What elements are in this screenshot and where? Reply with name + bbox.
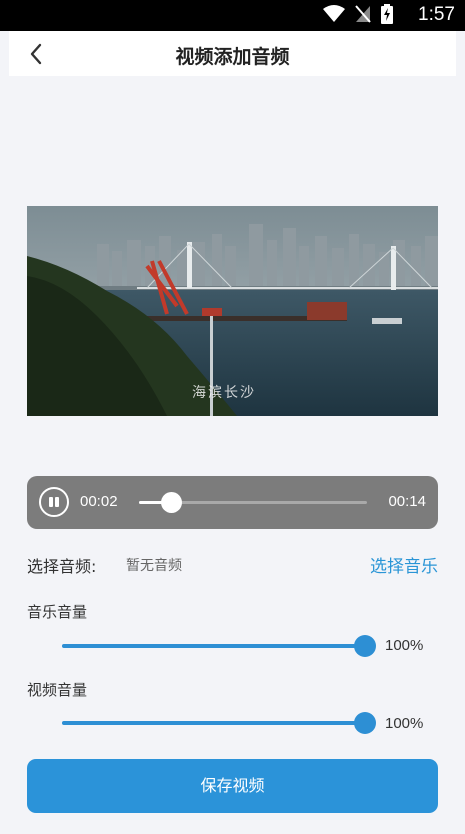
- music-volume-label: 音乐音量: [27, 603, 88, 621]
- choose-music-button[interactable]: 选择音乐: [370, 552, 438, 577]
- wifi-icon: [323, 5, 345, 27]
- video-volume-label: 视频音量: [27, 681, 88, 699]
- battery-charging-icon: [381, 4, 393, 28]
- pause-icon-bar: [55, 497, 59, 507]
- video-volume-thumb[interactable]: [354, 712, 376, 734]
- seek-bar[interactable]: [139, 492, 367, 513]
- video-watermark: 海滨长沙: [192, 385, 256, 401]
- video-volume-slider[interactable]: [62, 712, 376, 734]
- main-panel: 视频添加音频 海滨长沙 00:02 00:14 选择音频: 暂无音频 选择音乐 …: [9, 31, 456, 834]
- status-time: 1:57: [418, 4, 455, 25]
- music-volume-slider[interactable]: [62, 635, 376, 657]
- save-video-button[interactable]: 保存视频: [27, 759, 438, 813]
- header: 视频添加音频: [9, 31, 456, 76]
- no-sim-icon: [355, 5, 371, 27]
- pause-button[interactable]: [39, 487, 69, 517]
- status-bar: 1:57: [0, 0, 465, 31]
- pause-icon: [49, 497, 53, 507]
- audio-value: 暂无音频: [126, 558, 182, 574]
- page-title: 视频添加音频: [175, 46, 290, 68]
- video-preview[interactable]: 海滨长沙: [27, 206, 438, 416]
- status-icons: [323, 4, 393, 28]
- music-volume-fill: [62, 644, 365, 648]
- music-volume-thumb[interactable]: [354, 635, 376, 657]
- music-volume-percent: 100%: [385, 637, 424, 654]
- video-volume-fill: [62, 721, 365, 725]
- current-time: 00:02: [80, 493, 118, 510]
- total-time: 00:14: [388, 493, 426, 510]
- audio-label: 选择音频:: [27, 557, 97, 576]
- seek-thumb[interactable]: [160, 492, 182, 513]
- player-controls: 00:02 00:14: [27, 476, 438, 529]
- video-volume-percent: 100%: [385, 715, 424, 732]
